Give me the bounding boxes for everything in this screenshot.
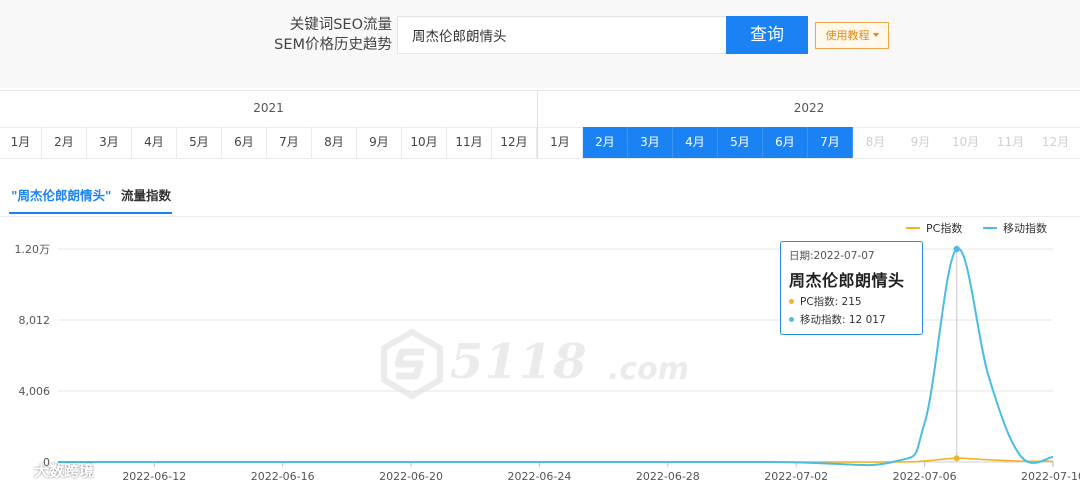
- month-2021-12[interactable]: 12月: [492, 127, 537, 158]
- title-line-2: SEM价格历史趋势: [274, 37, 392, 53]
- legend-pc-swatch: [906, 227, 920, 229]
- month-2022-07[interactable]: 7月: [808, 127, 853, 158]
- year-header-row: 2021 2022: [0, 90, 1080, 128]
- title-line-1: 关键词SEO流量: [289, 17, 392, 33]
- legend-mobile-swatch: [983, 227, 997, 229]
- mobile-dot-icon: [789, 316, 794, 322]
- month-2021-10[interactable]: 10月: [402, 127, 447, 158]
- month-2022-04[interactable]: 4月: [673, 127, 718, 158]
- month-2022-08: 8月: [865, 135, 886, 149]
- source-logo: 大数跨境: [8, 459, 94, 483]
- month-2021-06[interactable]: 6月: [222, 127, 267, 158]
- chart-tab-bar: "周杰伦郎朗情头" 流量指数: [0, 176, 1080, 217]
- tab-keyword-label: "周杰伦郎朗情头": [11, 188, 112, 203]
- tooltip-keyword: 周杰伦郎朗情头: [789, 271, 905, 290]
- tooltip-mobile-value: 移动指数: 12 017: [800, 314, 886, 326]
- caret-down-icon: [872, 33, 879, 37]
- x-tick-label: 2022-07-10: [1021, 470, 1080, 483]
- month-2022-05[interactable]: 5月: [718, 127, 763, 158]
- month-2021-11[interactable]: 11月: [447, 127, 492, 158]
- tooltip-mobile-row: 移动指数: 12 017: [789, 312, 914, 327]
- search-button[interactable]: 查询: [726, 16, 808, 54]
- tutorial-dropdown-button[interactable]: 使用教程: [815, 22, 889, 49]
- y-tick-label: 1.20万: [15, 243, 51, 256]
- month-2021-03[interactable]: 3月: [87, 127, 132, 158]
- month-2021-05[interactable]: 5月: [177, 127, 222, 158]
- x-tick-label: 2022-06-24: [507, 470, 571, 483]
- tab-keyword-traffic[interactable]: "周杰伦郎朗情头": [9, 185, 172, 214]
- chart-tooltip: 日期:2022-07-07 周杰伦郎朗情头 PC指数: 215 移动指数: 12…: [780, 241, 923, 335]
- search-header: 关键词SEO流量 SEM价格历史趋势 查询 使用教程: [0, 0, 1080, 88]
- tab-metric-label: 流量指数: [121, 188, 172, 203]
- source-logo-text: 大数跨境: [34, 462, 95, 480]
- x-tick-label: 2022-06-12: [122, 470, 186, 483]
- tooltip-pc-value: PC指数: 215: [800, 296, 862, 308]
- x-tick-label: 2022-06-16: [251, 470, 315, 483]
- month-2021-08[interactable]: 8月: [312, 127, 357, 158]
- month-2021-02[interactable]: 2月: [42, 127, 87, 158]
- pc-dot-icon: [789, 298, 794, 304]
- mobile-highlight-point: [953, 245, 960, 253]
- month-2022-12: 12月: [1041, 135, 1070, 149]
- y-tick-label: 8,012: [19, 314, 51, 327]
- x-tick-label: 2022-07-06: [893, 470, 957, 483]
- x-tick-label: 2022-07-02: [764, 470, 828, 483]
- month-2021-04[interactable]: 4月: [132, 127, 177, 158]
- month-2022-09: 9月: [910, 135, 931, 149]
- search-input[interactable]: [397, 16, 727, 54]
- tooltip-date: 日期:2022-07-07: [789, 250, 875, 262]
- year-2021: 2021: [253, 101, 284, 115]
- tooltip-pc-row: PC指数: 215: [789, 294, 914, 309]
- x-tick-label: 2022-06-20: [379, 470, 443, 483]
- year-2022: 2022: [793, 101, 825, 115]
- month-2021-07[interactable]: 7月: [267, 127, 312, 158]
- month-2021-09[interactable]: 9月: [357, 127, 402, 158]
- tab-active-underline: [9, 212, 172, 214]
- y-tick-label: 4,006: [19, 385, 51, 398]
- pc-highlight-point: [953, 455, 960, 462]
- page-title: 关键词SEO流量 SEM价格历史趋势: [262, 15, 392, 55]
- month-selector: 1月 2月 3月 4月 5月 6月 7月 8月 9月 10月 11月 12月 1…: [0, 127, 1080, 159]
- source-logo-icon: [10, 463, 28, 480]
- month-2022-01[interactable]: 1月: [538, 127, 583, 158]
- month-2022-02[interactable]: 2月: [583, 127, 628, 158]
- x-tick-label: 2022-06-28: [636, 470, 700, 483]
- month-2022-06[interactable]: 6月: [763, 127, 808, 158]
- month-2022-03[interactable]: 3月: [628, 127, 673, 158]
- month-2021-01[interactable]: 1月: [0, 127, 42, 158]
- month-2022-11: 11月: [996, 135, 1025, 149]
- tutorial-label: 使用教程: [825, 29, 870, 42]
- month-2022-10: 10月: [951, 135, 980, 149]
